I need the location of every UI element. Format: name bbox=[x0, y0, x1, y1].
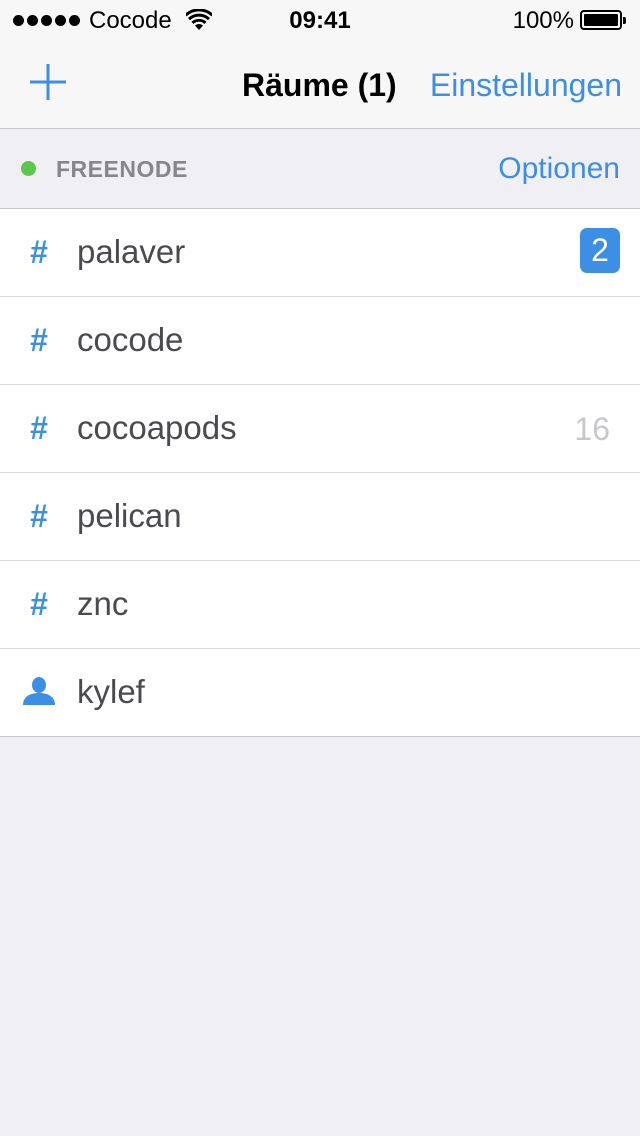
room-row-kylef[interactable]: kylef bbox=[0, 649, 640, 736]
hash-icon: # bbox=[30, 322, 48, 358]
server-section-header: FREENODE Optionen bbox=[0, 129, 640, 209]
settings-button[interactable]: Einstellungen bbox=[430, 66, 622, 104]
hash-icon: # bbox=[30, 586, 48, 622]
hash-icon: # bbox=[30, 410, 48, 446]
page-title: Räume (1) bbox=[242, 67, 397, 103]
room-row-palaver[interactable]: # palaver 2 bbox=[0, 209, 640, 297]
room-row-pelican[interactable]: # pelican bbox=[0, 473, 640, 561]
room-list: # palaver 2 # cocode # cocoapods 16 # pelican # znc… bbox=[0, 209, 640, 737]
unread-count: 16 bbox=[574, 411, 610, 447]
online-status-icon bbox=[21, 161, 36, 176]
room-name: palaver bbox=[77, 233, 186, 270]
room-name: znc bbox=[77, 585, 129, 622]
options-button[interactable]: Optionen bbox=[498, 151, 620, 187]
hash-icon: # bbox=[30, 234, 48, 270]
server-name: FREENODE bbox=[56, 156, 188, 182]
top-bar: Cocode 09:41 100% Räume (1) Einstellunge… bbox=[0, 0, 640, 129]
room-name: pelican bbox=[77, 497, 182, 534]
room-name: cocode bbox=[77, 321, 184, 358]
unread-highlight-badge: 2 bbox=[580, 228, 620, 273]
room-row-cocoapods[interactable]: # cocoapods 16 bbox=[0, 385, 640, 473]
room-name: kylef bbox=[77, 673, 145, 710]
status-bar: Cocode 09:41 100% bbox=[0, 0, 640, 40]
add-room-button[interactable] bbox=[28, 62, 68, 102]
battery-icon bbox=[580, 10, 626, 30]
room-row-znc[interactable]: # znc bbox=[0, 561, 640, 649]
person-icon bbox=[22, 669, 56, 715]
room-row-cocode[interactable]: # cocode bbox=[0, 297, 640, 385]
hash-icon: # bbox=[30, 498, 48, 534]
battery-percentage: 100% bbox=[512, 7, 574, 34]
room-name: cocoapods bbox=[77, 409, 237, 446]
